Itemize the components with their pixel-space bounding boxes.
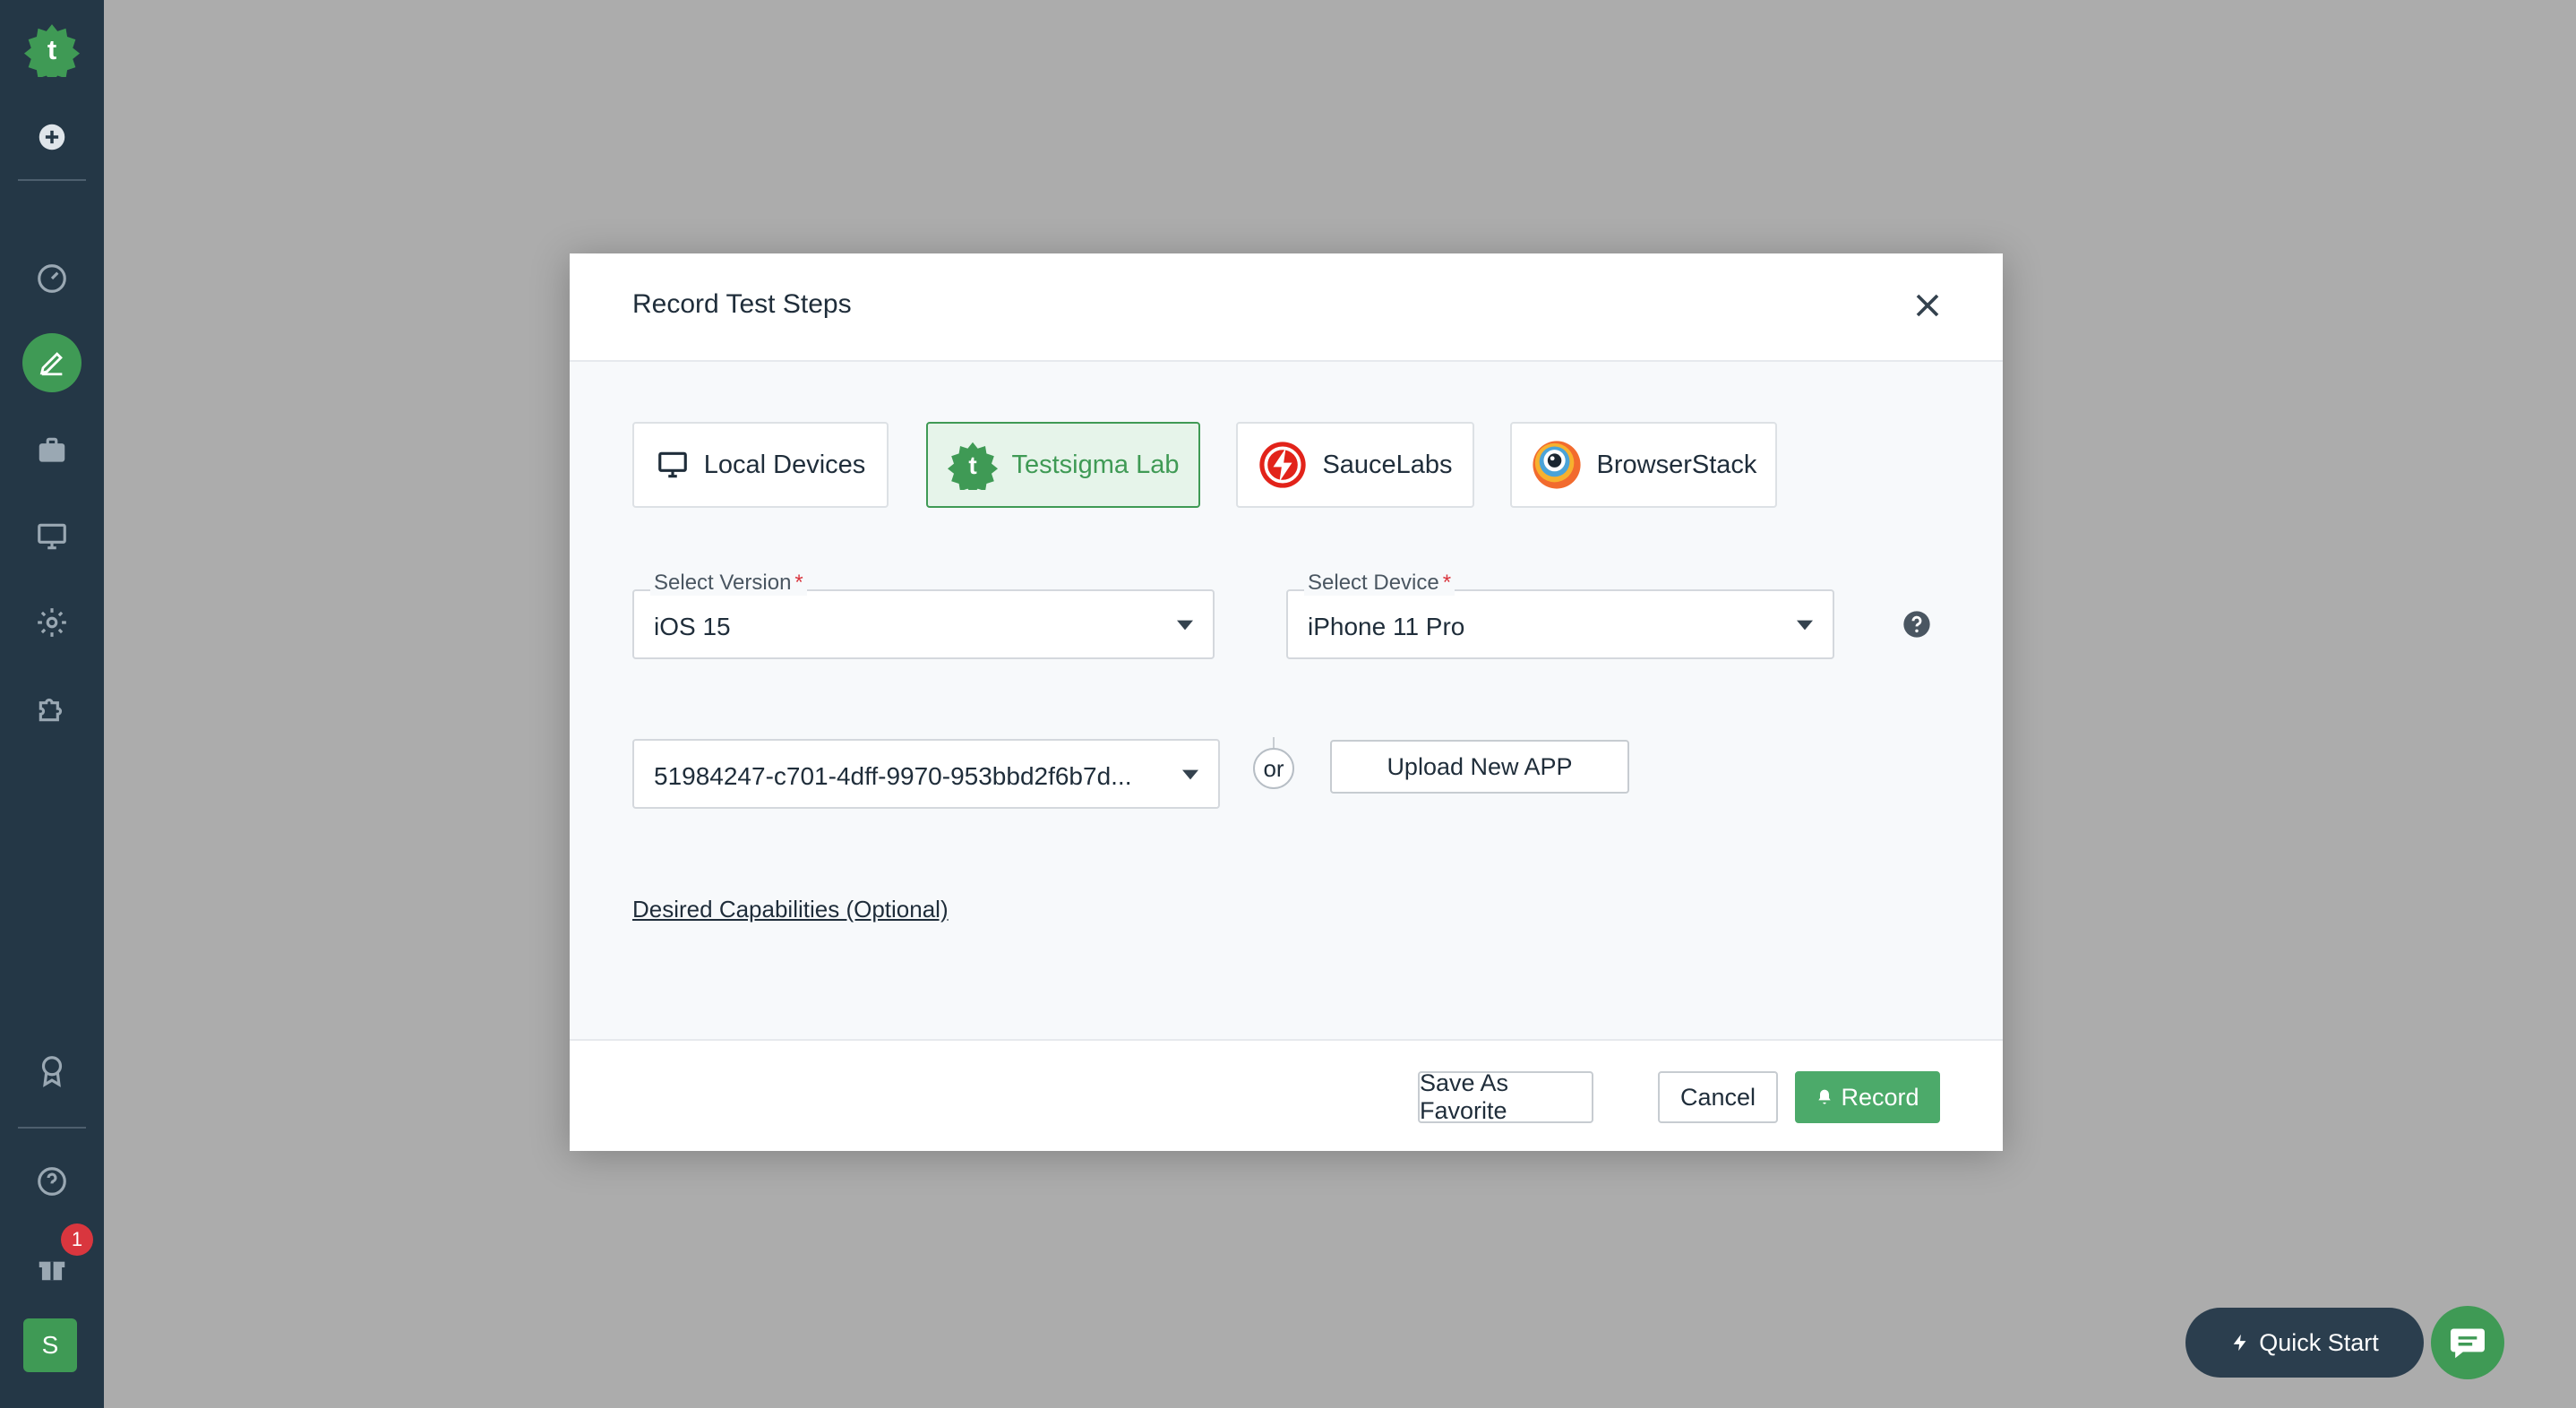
record-test-steps-dialog: Record Test Steps Local Devices t Testsi… (570, 253, 2003, 1151)
provider-browserstack[interactable]: BrowserStack (1510, 422, 1777, 508)
monitor-icon (657, 451, 687, 478)
provider-label: Testsigma Lab (1011, 450, 1180, 479)
sidebar-item-test-development[interactable] (0, 331, 104, 394)
chat-button[interactable] (2431, 1306, 2504, 1379)
select-version-label: Select Version * (650, 571, 807, 596)
plus-circle-icon[interactable] (0, 106, 104, 168)
svg-text:t: t (47, 34, 56, 65)
quick-start-label: Quick Start (2259, 1328, 2379, 1356)
select-device-value: iPhone 11 Pro (1308, 613, 1465, 640)
avatar[interactable]: S (23, 1318, 77, 1372)
sidebar-divider (18, 179, 86, 181)
puzzle-icon[interactable] (0, 677, 104, 740)
select-app-dropdown[interactable]: 51984247-c701-4dff-9970-953bbd2f6b7d... (632, 739, 1220, 809)
chat-bubble-icon (2451, 1328, 2485, 1359)
provider-label: SauceLabs (1322, 450, 1453, 479)
caret-down-icon (1797, 620, 1813, 631)
select-device-dropdown[interactable]: iPhone 11 Pro (1286, 589, 1834, 659)
record-button-label: Record (1841, 1083, 1919, 1111)
award-icon[interactable] (0, 1039, 104, 1102)
sidebar-divider (18, 1127, 86, 1129)
select-device-label: Select Device * (1304, 571, 1455, 596)
upload-new-app-button[interactable]: Upload New APP (1330, 740, 1629, 794)
dialog-header: Record Test Steps (570, 253, 2003, 362)
caret-down-icon (1182, 769, 1198, 780)
sidebar: t 1 S (0, 0, 104, 1408)
pencil-icon (22, 333, 82, 392)
quick-start-button[interactable]: Quick Start (2185, 1308, 2424, 1378)
provider-saucelabs[interactable]: SauceLabs (1236, 422, 1474, 508)
notification-badge: 1 (61, 1223, 93, 1256)
dashboard-gauge-icon[interactable] (0, 247, 104, 310)
dialog-footer: Save As Favorite Cancel Record (570, 1039, 2003, 1151)
provider-testsigma-lab[interactable]: t Testsigma Lab (926, 422, 1200, 508)
settings-gear-icon[interactable] (0, 591, 104, 654)
provider-label: Local Devices (703, 450, 866, 479)
select-version-value: iOS 15 (654, 613, 731, 640)
bell-icon (1818, 1089, 1832, 1104)
select-version-dropdown[interactable]: iOS 15 (632, 589, 1215, 659)
dialog-title: Record Test Steps (632, 289, 852, 319)
help-icon[interactable] (0, 1150, 104, 1213)
saucelabs-logo-icon (1259, 442, 1307, 488)
briefcase-icon[interactable] (0, 419, 104, 482)
svg-text:t: t (968, 451, 976, 479)
provider-label: BrowserStack (1596, 450, 1757, 479)
provider-local-devices[interactable]: Local Devices (632, 422, 889, 508)
desired-capabilities-link[interactable]: Desired Capabilities (Optional) (632, 896, 949, 923)
record-button[interactable]: Record (1795, 1071, 1940, 1123)
cancel-button[interactable]: Cancel (1658, 1071, 1778, 1123)
save-as-favorite-button[interactable]: Save As Favorite (1418, 1069, 1593, 1124)
or-separator: or (1253, 748, 1294, 789)
testsigma-logo-icon[interactable]: t (0, 18, 104, 81)
monitor-icon[interactable] (0, 505, 104, 568)
close-icon[interactable] (1908, 286, 1947, 325)
caret-down-icon (1177, 620, 1193, 631)
question-circle-icon[interactable] (1902, 610, 1931, 639)
browserstack-logo-icon (1532, 441, 1581, 489)
testsigma-logo-icon: t (947, 442, 998, 490)
lightning-icon (2233, 1334, 2246, 1352)
select-app-value: 51984247-c701-4dff-9970-953bbd2f6b7d... (654, 762, 1132, 790)
